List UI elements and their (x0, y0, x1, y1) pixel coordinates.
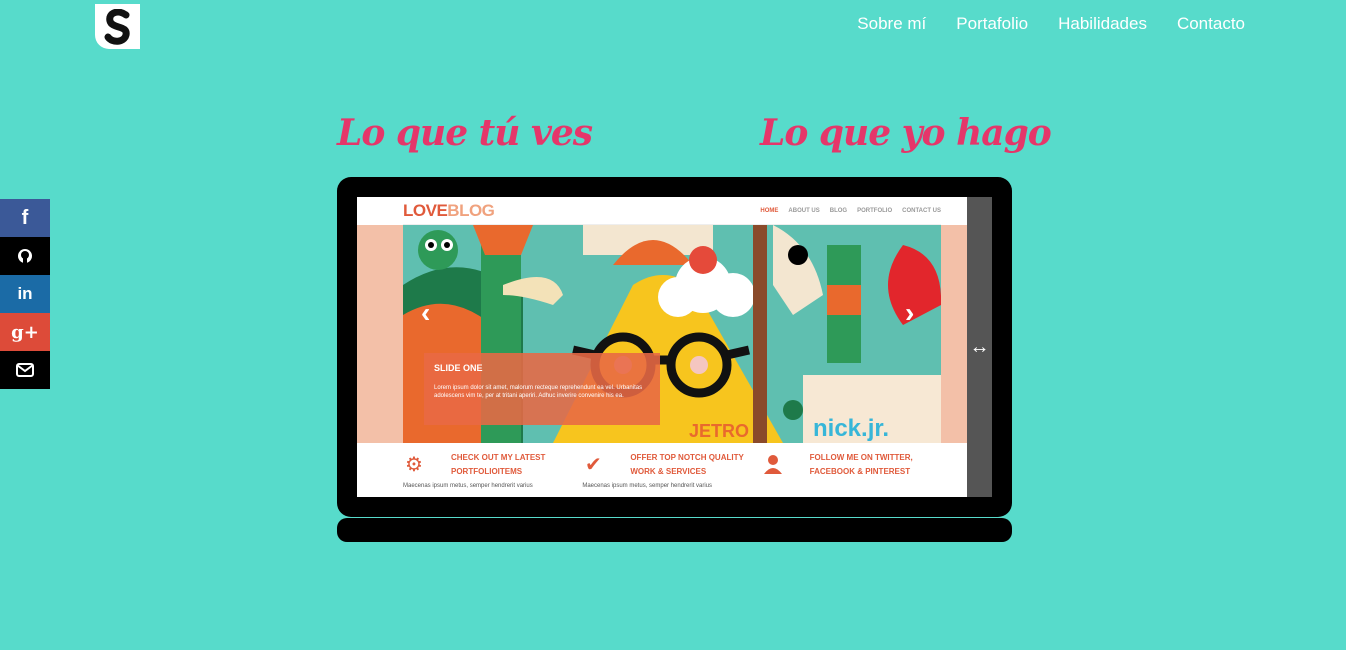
github-icon (18, 249, 32, 263)
logo-s-icon (104, 8, 130, 45)
preview-nav-about: ABOUT US (788, 207, 820, 214)
facebook-icon: f (21, 206, 29, 229)
preview-header: LOVEBLOG HOME ABOUT US BLOG PORTFOLIO CO… (403, 197, 941, 225)
art-text-jetro: JETRO (689, 421, 750, 441)
slider-prev-icon[interactable]: ‹ (421, 297, 430, 329)
heading-what-i-do: Lo que yo hago (760, 112, 1052, 154)
resize-arrows-icon: ↔ (969, 335, 990, 358)
preview-features: ⚙ Check out my latest portfolioitems Mae… (403, 449, 941, 497)
device-monitor: LOVEBLOG HOME ABOUT US BLOG PORTFOLIO CO… (337, 177, 1012, 517)
feature-portfolio: ⚙ Check out my latest portfolioitems Mae… (403, 453, 546, 489)
art-text-nickjr: nick.jr. (813, 415, 890, 442)
linkedin-button[interactable]: in (0, 275, 50, 313)
preview-nav-blog: BLOG (829, 207, 848, 214)
site-logo[interactable] (95, 4, 140, 49)
preview-nav-contact: CONTACT US (902, 207, 941, 214)
google-plus-button[interactable]: g+ (0, 313, 50, 351)
slide-text: Lorem ipsum dolor sit amet, malorum rect… (434, 385, 643, 399)
email-button[interactable] (0, 351, 50, 389)
preview-nav: HOME ABOUT US BLOG PORTFOLIO CONTACT US (760, 208, 941, 214)
checkmark-icon: ✔ (584, 453, 602, 476)
envelope-icon (16, 363, 34, 377)
google-plus-icon: g+ (11, 321, 39, 343)
preview-nav-portfolio: PORTFOLIO (857, 207, 893, 214)
github-button[interactable] (0, 237, 50, 275)
slide-caption: SLIDE ONE Lorem ipsum dolor sit amet, ma… (424, 353, 660, 425)
linkedin-icon: in (17, 284, 33, 303)
slider-artwork: JETRO nick.jr. SLIDE ONE Lorem ipsum dol… (403, 225, 941, 443)
preview-slider: JETRO nick.jr. SLIDE ONE Lorem ipsum dol… (357, 225, 967, 443)
feature-services: ✔ Offer top notch quality work & service… (582, 453, 744, 489)
slider-next-icon[interactable]: › (905, 297, 914, 329)
preview-screen: LOVEBLOG HOME ABOUT US BLOG PORTFOLIO CO… (357, 197, 967, 497)
nav-contacto[interactable]: Contacto (1177, 14, 1245, 34)
preview-brand: LOVEBLOG (403, 200, 495, 220)
nav-habilidades[interactable]: Habilidades (1058, 14, 1147, 34)
feature-follow: Follow me on Twitter, Facebook & Pintere… (762, 449, 941, 497)
user-icon (762, 453, 784, 475)
heading-what-you-see: Lo que tú ves (337, 112, 593, 154)
gear-icon: ⚙ (405, 453, 423, 476)
facebook-button[interactable]: f (0, 199, 50, 237)
slide-title: SLIDE ONE (434, 363, 483, 373)
main-nav: Sobre mí Portafolio Habilidades Contacto (857, 14, 1245, 34)
resize-handle[interactable]: ↔ (967, 197, 992, 497)
nav-sobre-mi[interactable]: Sobre mí (857, 14, 926, 34)
social-sidebar: f in g+ (0, 199, 50, 389)
device-stand (337, 518, 1012, 542)
nav-portafolio[interactable]: Portafolio (956, 14, 1028, 34)
preview-nav-home: HOME (760, 207, 779, 214)
